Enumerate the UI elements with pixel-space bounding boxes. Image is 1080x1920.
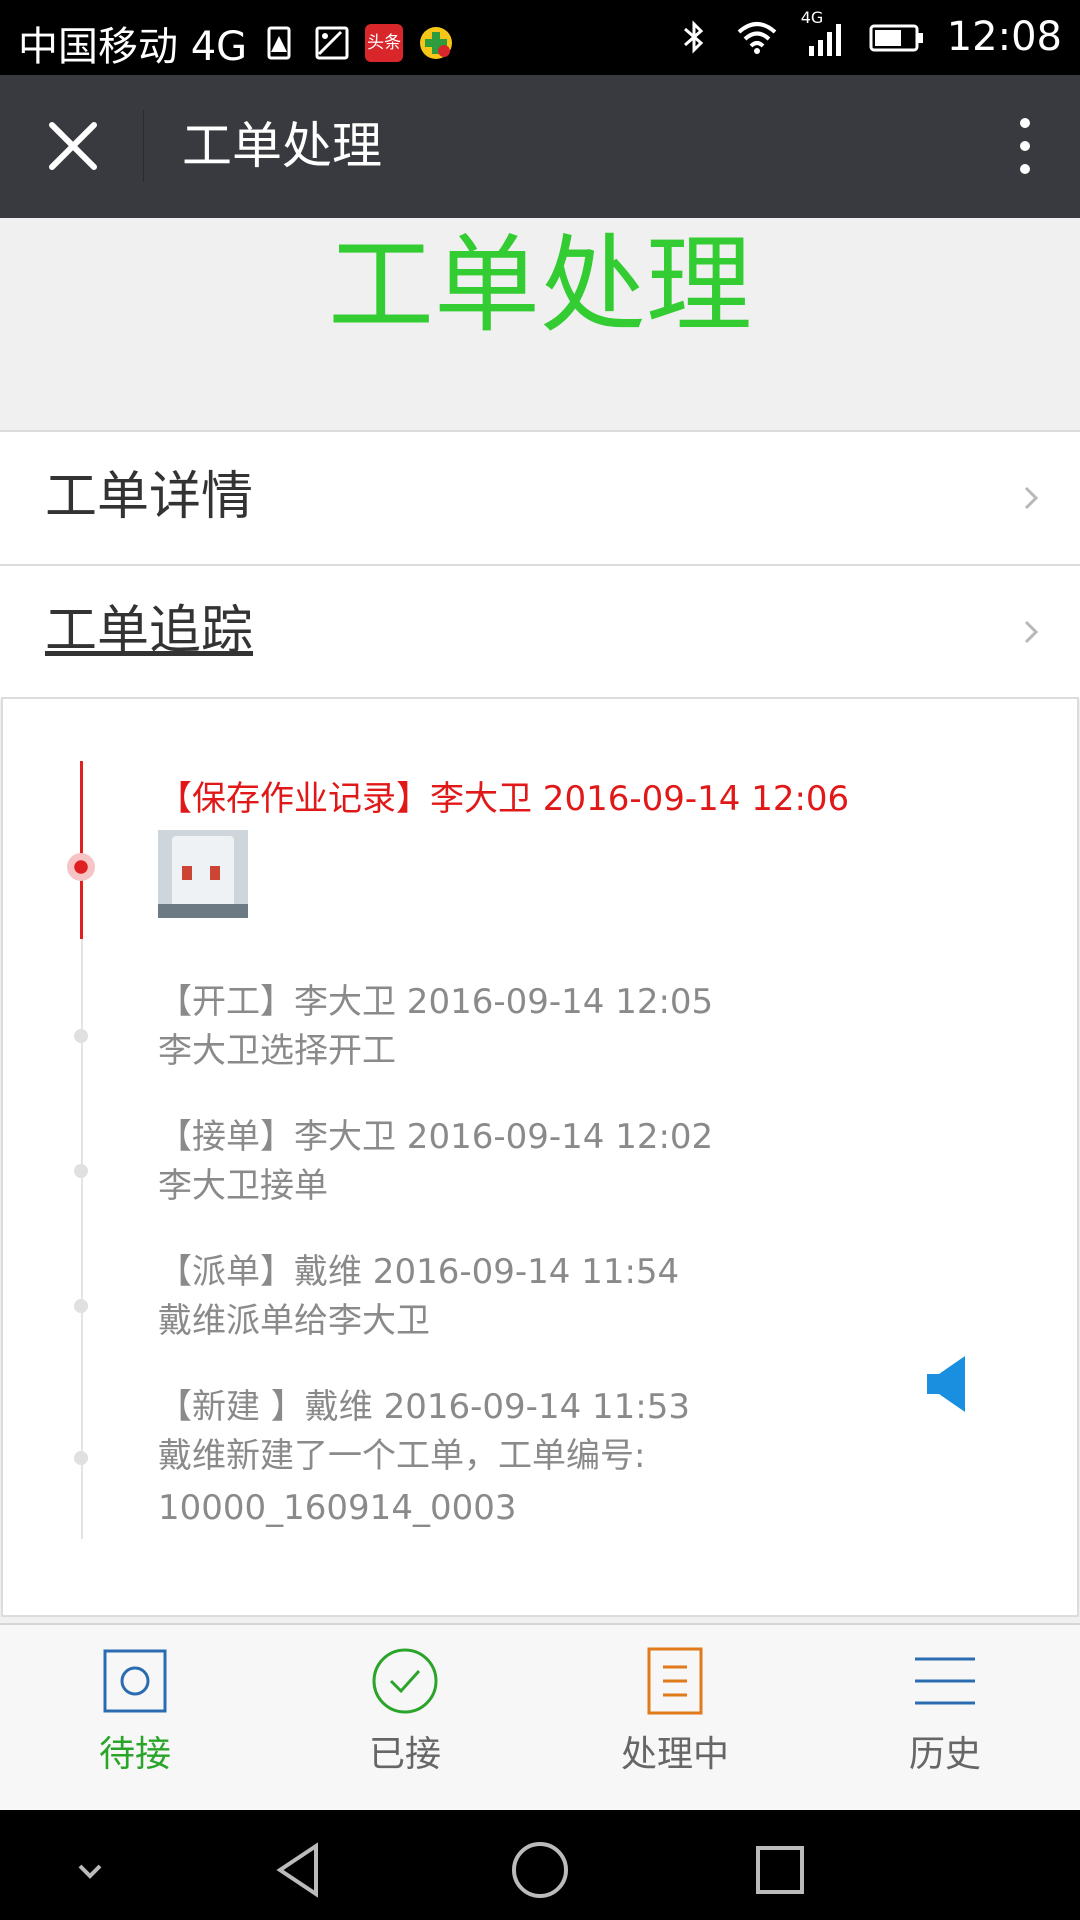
- tab-processing[interactable]: 处理中: [540, 1625, 810, 1812]
- more-vertical-icon[interactable]: [1000, 113, 1050, 179]
- check-circle-icon: [372, 1648, 438, 1714]
- toutiao-app-icon: 头条: [365, 24, 404, 62]
- timeline-entry-desc: 戴维派单给李大卫: [158, 1301, 430, 1341]
- menu-item-label: 工单详情: [45, 467, 254, 527]
- signal-icon: 4G: [801, 8, 847, 58]
- chevron-right-icon: [1024, 486, 1039, 510]
- chevron-down-icon[interactable]: [60, 1840, 120, 1900]
- timeline-entry-desc: 李大卫接单: [158, 1166, 328, 1206]
- window-title: 工单处理: [182, 117, 382, 175]
- timeline-entry: 【保存作业记录】李大卫 2016-09-14 12:06: [158, 776, 849, 918]
- timeline-entry-head: 【派单】戴维 2016-09-14 11:54: [158, 1252, 680, 1292]
- chevron-right-icon: [1024, 620, 1039, 644]
- timeline-entry: 【接单】李大卫 2016-09-14 12:02 李大卫接单: [158, 1114, 713, 1212]
- timeline-entry-head: 【保存作业记录】李大卫 2016-09-14 12:06: [158, 779, 850, 819]
- menu-item-detail[interactable]: 工单详情: [0, 430, 1080, 564]
- work-record-thumbnail[interactable]: [158, 830, 248, 918]
- tab-label: 处理中: [620, 1734, 729, 1775]
- toutiao-app-icon-label: 头条: [367, 33, 402, 53]
- game-app-icon: [420, 27, 453, 59]
- timeline-entry: 【新建 】戴维 2016-09-14 11:53 戴维新建了一个工单，工单编号:…: [158, 1384, 690, 1534]
- page-header: 工单处理: [0, 218, 1080, 430]
- timeline-card: 【保存作业记录】李大卫 2016-09-14 12:06 【开工】李大卫 201…: [1, 697, 1079, 1617]
- clock: 12:08: [946, 14, 1062, 60]
- timeline-dot: [74, 1451, 88, 1465]
- wifi-icon: [737, 22, 777, 54]
- timeline-dot: [74, 1029, 88, 1043]
- timeline-entry-desc: 戴维新建了一个工单，工单编号:: [158, 1436, 646, 1476]
- timeline-entry-head: 【新建 】戴维 2016-09-14 11:53: [158, 1387, 690, 1427]
- title-bar: 工单处理: [0, 75, 1080, 218]
- title-divider: [143, 110, 144, 182]
- speaker-icon[interactable]: [925, 1352, 973, 1416]
- tab-label: 历史: [908, 1734, 981, 1775]
- timeline-entry: 【开工】李大卫 2016-09-14 12:05 李大卫选择开工: [158, 979, 713, 1077]
- tab-label: 待接: [98, 1734, 171, 1775]
- tab-history[interactable]: 历史: [810, 1625, 1080, 1812]
- timeline-entry-head: 【接单】李大卫 2016-09-14 12:02: [158, 1117, 714, 1157]
- menu-item-label: 工单追踪: [45, 601, 254, 661]
- timeline-entry-desc: 李大卫选择开工: [158, 1031, 396, 1071]
- sim-alert-icon: [267, 26, 291, 60]
- timeline-dot: [74, 1164, 88, 1178]
- carrier-label: 中国移动 4G: [18, 24, 248, 70]
- list-icon: [915, 1657, 975, 1705]
- timeline-dot-active: [67, 853, 95, 881]
- battery-icon: [869, 24, 923, 52]
- timeline-line-active: [80, 761, 83, 939]
- tab-label: 已接: [368, 1734, 441, 1775]
- back-icon[interactable]: [270, 1840, 330, 1900]
- document-icon: [647, 1647, 703, 1715]
- system-nav-bar: [0, 1810, 1080, 1920]
- tab-pending[interactable]: 待接: [0, 1625, 270, 1812]
- timeline-dot: [74, 1299, 88, 1313]
- menu-item-tracking[interactable]: 工单追踪: [0, 564, 1080, 699]
- pending-icon: [103, 1649, 167, 1713]
- home-icon[interactable]: [510, 1840, 570, 1900]
- page-title: 工单处理: [328, 224, 752, 347]
- bottom-tab-bar: 待接 已接 处理中 历史: [0, 1623, 1080, 1812]
- tab-accepted[interactable]: 已接: [270, 1625, 540, 1812]
- timeline-entry: 【派单】戴维 2016-09-14 11:54 戴维派单给李大卫: [158, 1249, 679, 1347]
- status-bar: 中国移动 4G 头条 4G 12:08: [0, 0, 1080, 75]
- timeline-entry-head: 【开工】李大卫 2016-09-14 12:05: [158, 982, 714, 1022]
- bluetooth-icon: [683, 20, 703, 54]
- close-icon[interactable]: [40, 113, 106, 179]
- work-order-number: 10000_160914_0003: [158, 1488, 517, 1528]
- image-icon: [315, 26, 349, 60]
- recents-icon[interactable]: [750, 1840, 810, 1900]
